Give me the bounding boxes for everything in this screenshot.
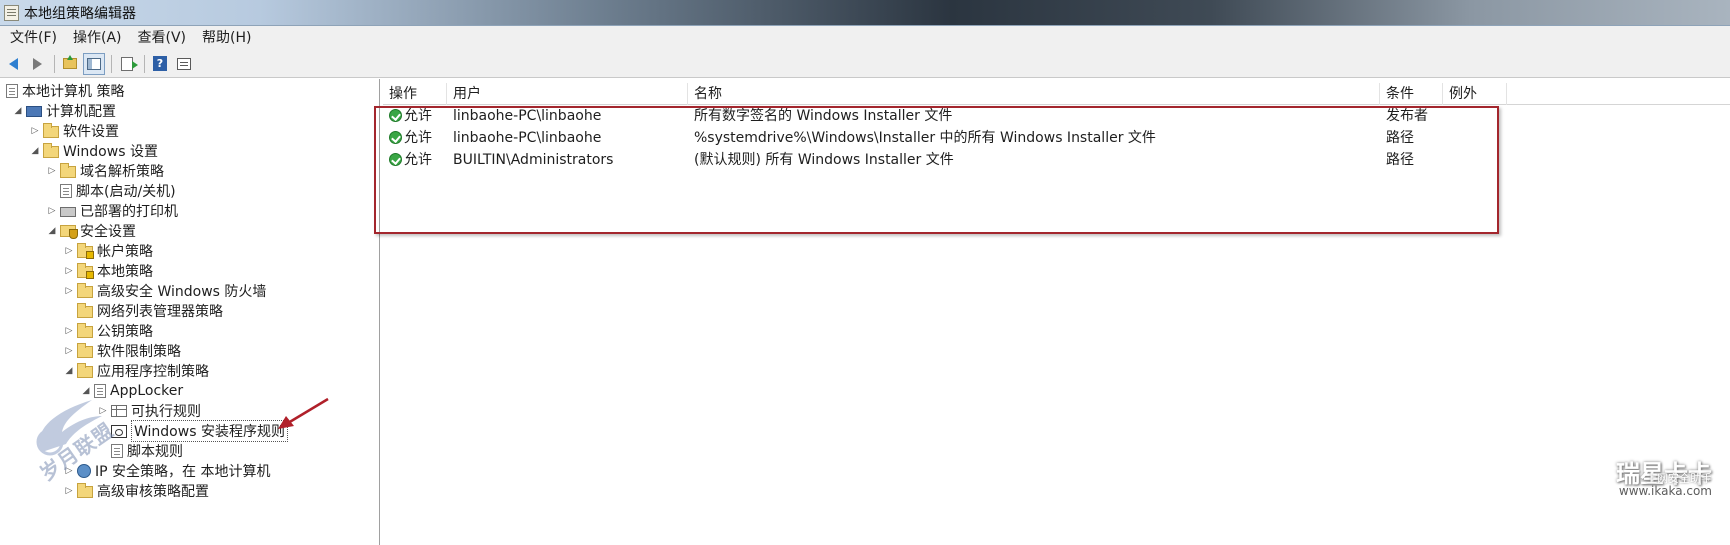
tree-item-account-policies[interactable]: ▷ 帐户策略 (63, 241, 153, 261)
tree-item-software-settings[interactable]: ▷ 软件设置 (29, 121, 119, 141)
column-header-condition[interactable]: 条件 (1380, 83, 1443, 105)
menu-file[interactable]: 文件(F) (2, 27, 65, 49)
tree-item-network-list-manager[interactable]: 网络列表管理器策略 (63, 301, 223, 321)
menu-action[interactable]: 操作(A) (65, 27, 130, 49)
policy-doc-icon (6, 84, 18, 98)
tree-item-deployed-printers[interactable]: ▷ 已部署的打印机 (46, 201, 178, 221)
expand-arrow-icon[interactable]: ▷ (46, 166, 58, 176)
back-button[interactable] (2, 53, 24, 75)
export-list-button[interactable] (116, 53, 138, 75)
condition-cell: 路径 (1386, 130, 1414, 146)
properties-button[interactable] (173, 53, 195, 75)
watermark-left: S 岁月联盟 (2, 392, 132, 492)
collapse-arrow-icon[interactable]: ◢ (29, 146, 41, 156)
tree-item-security-settings[interactable]: ◢ 安全设置 (46, 221, 136, 241)
exception-cell (1443, 149, 1449, 171)
tree-item-windows-settings[interactable]: ◢ Windows 设置 (29, 141, 158, 161)
computer-icon (26, 105, 42, 117)
user-cell: linbaohe-PC\linbaohe (453, 130, 602, 146)
exception-cell (1443, 127, 1449, 149)
action-cell: 允许 (383, 127, 432, 149)
tree-item-computer-config[interactable]: ◢ 计算机配置 (12, 101, 116, 121)
help-button[interactable]: ? (149, 53, 171, 75)
tree-item-application-control[interactable]: ◢ 应用程序控制策略 (63, 361, 209, 381)
menu-help[interactable]: 帮助(H) (194, 27, 259, 49)
expand-arrow-icon[interactable]: ▷ (29, 126, 41, 136)
folder-icon (43, 143, 59, 158)
allow-check-icon (389, 153, 402, 166)
show-hide-tree-icon (87, 57, 101, 70)
security-settings-icon (60, 225, 78, 239)
list-header: 操作 用户 名称 条件 例外 (383, 83, 1730, 105)
title-bar[interactable]: 本地组策略编辑器 (0, 0, 1730, 26)
column-header-user[interactable]: 用户 (447, 83, 688, 105)
table-row[interactable]: 允许 linbaohe-PC\linbaohe 所有数字签名的 Windows … (383, 105, 1730, 127)
tree-item-public-key-policies[interactable]: ▷ 公钥策略 (63, 321, 153, 341)
help-icon: ? (153, 56, 167, 71)
allow-check-icon (389, 109, 402, 122)
up-one-level-button[interactable] (59, 53, 81, 75)
action-cell: 允许 (383, 105, 432, 127)
folder-icon (77, 363, 93, 378)
tree-item-local-policies[interactable]: ▷ 本地策略 (63, 261, 153, 281)
tree-item-scripts-startup-shutdown[interactable]: 脚本(启动/关机) (46, 181, 176, 201)
condition-cell: 路径 (1386, 152, 1414, 168)
toolbar-separator (111, 54, 112, 73)
locked-folder-icon (77, 263, 94, 279)
show-hide-tree-button[interactable] (83, 52, 105, 75)
expand-arrow-icon[interactable]: ▷ (63, 266, 75, 276)
expand-arrow-icon[interactable]: ▷ (46, 206, 58, 216)
name-cell: (默认规则) 所有 Windows Installer 文件 (694, 152, 954, 168)
properties-icon (177, 57, 191, 70)
table-row[interactable]: 允许 linbaohe-PC\linbaohe %systemdrive%\Wi… (383, 127, 1730, 149)
allow-check-icon (389, 131, 402, 144)
tree-item-windows-firewall[interactable]: ▷ 高级安全 Windows 防火墙 (63, 281, 266, 301)
collapse-arrow-icon[interactable]: ◢ (63, 366, 75, 376)
action-cell: 允许 (383, 149, 432, 171)
menu-bar: 文件(F) 操作(A) 查看(V) 帮助(H) (0, 26, 1730, 50)
printer-icon (60, 207, 76, 217)
folder-icon (77, 303, 93, 318)
script-doc-icon (60, 184, 72, 198)
name-cell: 所有数字签名的 Windows Installer 文件 (694, 108, 953, 124)
tree-item-local-computer-policy[interactable]: 本地计算机 策略 (6, 81, 124, 101)
collapse-arrow-icon[interactable]: ◢ (46, 226, 58, 236)
exception-cell (1443, 105, 1449, 127)
table-row[interactable]: 允许 BUILTIN\Administrators (默认规则) 所有 Wind… (383, 149, 1730, 171)
folder-icon (43, 123, 59, 138)
locked-folder-icon (77, 243, 94, 259)
expand-arrow-icon[interactable]: ▷ (63, 326, 75, 336)
tree-item-software-restriction[interactable]: ▷ 软件限制策略 (63, 341, 181, 361)
tree-item-name-resolution-policy[interactable]: ▷ 域名解析策略 (46, 161, 164, 181)
up-folder-icon (63, 55, 77, 69)
condition-cell: 发布者 (1386, 108, 1428, 124)
export-list-icon (121, 56, 138, 71)
toolbar-separator (144, 54, 145, 73)
group-policy-app-icon (4, 5, 19, 21)
menu-view[interactable]: 查看(V) (130, 27, 195, 49)
name-cell: %systemdrive%\Windows\Installer 中的所有 Win… (694, 130, 1156, 146)
folder-icon (77, 323, 93, 338)
window-title: 本地组策略编辑器 (24, 6, 136, 22)
column-header-name[interactable]: 名称 (688, 83, 1380, 105)
toolbar-separator (54, 54, 55, 73)
watermark-right-url: www.ikaka.com (1618, 484, 1712, 498)
column-header-exception[interactable]: 例外 (1443, 83, 1507, 105)
expand-arrow-icon[interactable]: ▷ (63, 286, 75, 296)
user-cell: linbaohe-PC\linbaohe (453, 108, 602, 124)
folder-icon (60, 163, 76, 178)
forward-icon (32, 57, 42, 70)
expand-arrow-icon[interactable]: ▷ (63, 346, 75, 356)
back-icon (8, 57, 18, 70)
collapse-arrow-icon[interactable]: ◢ (12, 106, 24, 116)
expand-arrow-icon[interactable]: ▷ (63, 246, 75, 256)
annotation-arrow-icon (278, 397, 329, 429)
folder-icon (77, 343, 93, 358)
folder-icon (77, 283, 93, 298)
user-cell: BUILTIN\Administrators (453, 152, 614, 168)
watermark-right: 瑞星卡卡 上网安全助手 www.ikaka.com (1440, 448, 1730, 545)
column-header-action[interactable]: 操作 (383, 83, 447, 105)
toolbar: ? (0, 50, 1730, 78)
forward-button[interactable] (26, 53, 48, 75)
